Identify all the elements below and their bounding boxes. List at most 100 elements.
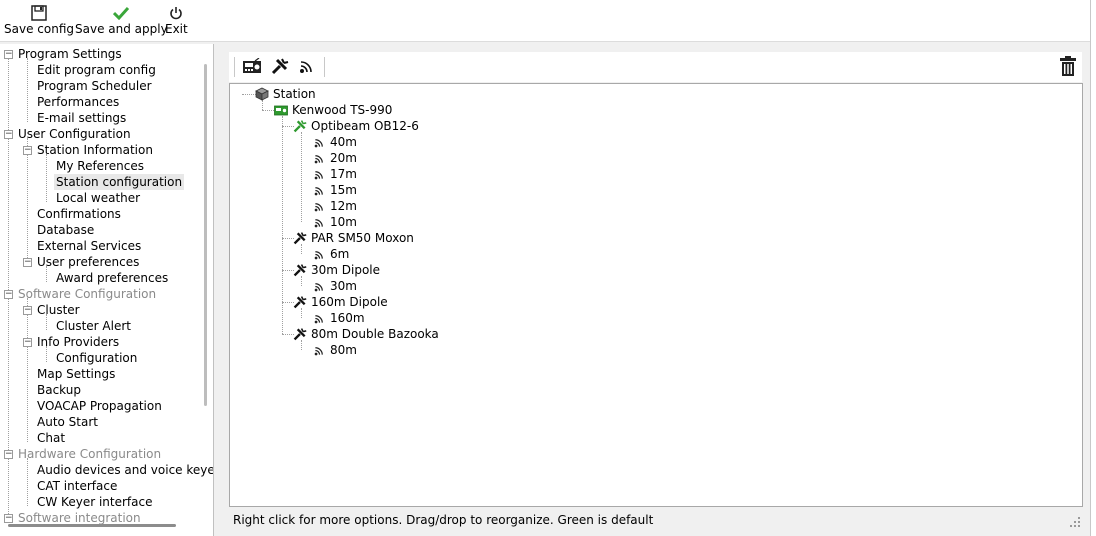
tree-node-label: 12m xyxy=(330,199,357,213)
status-hint: Right click for more options. Drag/drop … xyxy=(233,513,654,527)
nav-item-program-settings[interactable]: Program Settings xyxy=(18,46,122,62)
nav-item-edit-program-config[interactable]: Edit program config xyxy=(37,62,156,78)
tree-node-label: 160m xyxy=(330,311,365,325)
tree-node-antenna[interactable]: Optibeam OB12-6 xyxy=(292,118,419,134)
nav-item-software-configuration[interactable]: Software Configuration xyxy=(18,286,156,302)
save-config-button[interactable]: Save config xyxy=(4,4,74,38)
power-icon xyxy=(169,4,183,22)
save-and-apply-button[interactable]: Save and apply xyxy=(75,4,168,38)
nav-item-chat[interactable]: Chat xyxy=(37,430,65,446)
tree-node-radio[interactable]: Kenwood TS-990 xyxy=(273,102,392,118)
collapse-toggle[interactable]: − xyxy=(4,290,13,299)
nav-item-configuration[interactable]: Configuration xyxy=(56,350,137,366)
tree-node-band[interactable]: 20m xyxy=(311,150,357,166)
band-signal-icon xyxy=(311,150,327,166)
collapse-toggle[interactable]: − xyxy=(23,306,32,315)
tree-node-label: 30m xyxy=(330,279,357,293)
green-checkmark-icon xyxy=(113,4,130,22)
nav-item-cluster[interactable]: Cluster xyxy=(37,302,80,318)
collapse-toggle[interactable]: − xyxy=(23,338,32,347)
station-tree-view[interactable]: Station Kenwood TS-990 Optibeam OB12-6 4… xyxy=(229,83,1083,507)
exit-button[interactable]: Exit xyxy=(165,4,188,38)
tree-node-label: 80m Double Bazooka xyxy=(311,327,439,341)
nav-item-email-settings[interactable]: E-mail settings xyxy=(37,110,126,126)
tree-node-antenna[interactable]: 80m Double Bazooka xyxy=(292,326,439,342)
tree-node-band[interactable]: 40m xyxy=(311,134,357,150)
floppy-disk-icon xyxy=(31,4,47,22)
collapse-toggle[interactable]: − xyxy=(23,146,32,155)
nav-item-cat-interface[interactable]: CAT interface xyxy=(37,478,117,494)
nav-item-my-references[interactable]: My References xyxy=(56,158,144,174)
band-signal-icon xyxy=(311,278,327,294)
tree-guide-line xyxy=(301,132,302,222)
tree-node-antenna[interactable]: PAR SM50 Moxon xyxy=(292,230,414,246)
band-signal-icon xyxy=(299,58,315,77)
band-signal-icon xyxy=(311,214,327,230)
tree-node-antenna[interactable]: 160m Dipole xyxy=(292,294,388,310)
tree-node-label: 160m Dipole xyxy=(311,295,388,309)
tree-node-band[interactable]: 160m xyxy=(311,310,365,326)
add-band-button[interactable] xyxy=(296,56,318,78)
tree-node-label: 15m xyxy=(330,183,357,197)
nav-item-cluster-alert[interactable]: Cluster Alert xyxy=(56,318,131,334)
nav-item-confirmations[interactable]: Confirmations xyxy=(37,206,121,222)
tree-guide-line xyxy=(46,154,47,202)
nav-item-performances[interactable]: Performances xyxy=(37,94,119,110)
tree-node-band[interactable]: 10m xyxy=(311,214,357,230)
tree-guide-line xyxy=(27,58,28,122)
tree-guide-line xyxy=(27,298,28,442)
tree-node-band[interactable]: 30m xyxy=(311,278,357,294)
add-antenna-button[interactable] xyxy=(269,56,291,78)
collapse-toggle[interactable]: − xyxy=(4,130,13,139)
nav-item-user-preferences[interactable]: User preferences xyxy=(37,254,139,270)
nav-item-award-preferences[interactable]: Award preferences xyxy=(56,270,168,286)
exit-label: Exit xyxy=(165,22,188,36)
resize-grip-icon[interactable] xyxy=(1069,516,1081,528)
tree-node-band[interactable]: 6m xyxy=(311,246,349,262)
nav-item-voacap-propagation[interactable]: VOACAP Propagation xyxy=(37,398,162,414)
tree-node-band[interactable]: 12m xyxy=(311,198,357,214)
nav-item-user-configuration[interactable]: User Configuration xyxy=(18,126,131,142)
nav-item-map-settings[interactable]: Map Settings xyxy=(37,366,115,382)
tree-node-station[interactable]: Station xyxy=(254,86,316,102)
tree-node-band[interactable]: 80m xyxy=(311,342,357,358)
collapse-toggle[interactable]: − xyxy=(4,514,13,523)
band-signal-icon xyxy=(311,134,327,150)
tree-node-label: 80m xyxy=(330,343,357,357)
nav-item-info-providers[interactable]: Info Providers xyxy=(37,334,119,350)
nav-item-cw-keyer-interface[interactable]: CW Keyer interface xyxy=(37,494,152,510)
tree-node-band[interactable]: 15m xyxy=(311,182,357,198)
nav-item-auto-start[interactable]: Auto Start xyxy=(37,414,98,430)
antenna-icon xyxy=(292,118,308,134)
nav-vertical-scrollbar[interactable] xyxy=(204,64,207,406)
nav-item-station-information[interactable]: Station Information xyxy=(37,142,153,158)
radio-icon xyxy=(242,57,262,77)
band-signal-icon xyxy=(311,342,327,358)
tree-guide-line xyxy=(27,458,28,506)
add-radio-button[interactable] xyxy=(241,56,263,78)
antenna-icon xyxy=(271,57,289,78)
tree-node-label: 30m Dipole xyxy=(311,263,381,277)
nav-horizontal-scrollbar[interactable] xyxy=(8,524,176,527)
antenna-icon xyxy=(292,262,308,278)
station-toolbar xyxy=(229,52,1082,82)
tree-node-band[interactable]: 17m xyxy=(311,166,357,182)
save-config-label: Save config xyxy=(4,22,74,36)
nav-item-backup[interactable]: Backup xyxy=(37,382,81,398)
band-signal-icon xyxy=(311,198,327,214)
tree-node-label: Optibeam OB12-6 xyxy=(311,119,419,133)
nav-item-hardware-configuration[interactable]: Hardware Configuration xyxy=(18,446,161,462)
nav-item-local-weather[interactable]: Local weather xyxy=(56,190,140,206)
nav-item-database[interactable]: Database xyxy=(37,222,94,238)
tree-node-antenna[interactable]: 30m Dipole xyxy=(292,262,380,278)
band-signal-icon xyxy=(311,310,327,326)
tree-node-label: PAR SM50 Moxon xyxy=(311,231,414,245)
nav-item-program-scheduler[interactable]: Program Scheduler xyxy=(37,78,152,94)
delete-button[interactable] xyxy=(1057,55,1079,78)
nav-item-external-services[interactable]: External Services xyxy=(37,238,141,254)
nav-item-station-configuration[interactable]: Station configuration xyxy=(54,174,185,190)
collapse-toggle[interactable]: − xyxy=(4,50,13,59)
collapse-toggle[interactable]: − xyxy=(23,258,32,267)
collapse-toggle[interactable]: − xyxy=(4,450,13,459)
nav-item-audio-devices[interactable]: Audio devices and voice keyer xyxy=(37,462,213,478)
